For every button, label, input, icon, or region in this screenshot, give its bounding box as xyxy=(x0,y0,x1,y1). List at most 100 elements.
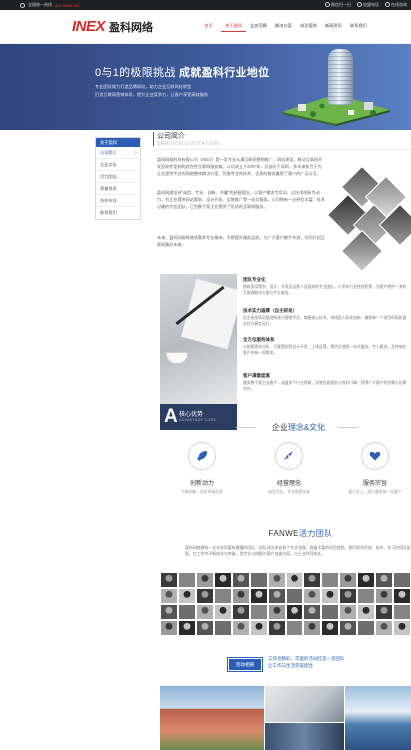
advantage-title: 核心优势 xyxy=(179,412,204,418)
wechat-icon xyxy=(325,2,330,8)
team-member-photo xyxy=(195,588,214,604)
phone-icon xyxy=(20,2,25,8)
compass-icon xyxy=(275,442,303,470)
team-member-photo xyxy=(321,588,340,604)
hotline: 全国统一热线 400-8888-116 xyxy=(20,1,80,9)
team-member-photo xyxy=(267,604,286,620)
about-paragraph-3: 未来，盈科网络将继续秉承专业精神，不断提升服务品质，与广大客户携手共进，共同开创… xyxy=(157,235,325,247)
advantage-item: 客户满意度高 服务数千家企业客户，涵盖多个行业领域，凭借优质服务与良好口碑，获得… xyxy=(243,373,409,392)
nav-news[interactable]: 新闻资讯 xyxy=(321,23,346,32)
banner-line-1: 专业团队倾力打造品牌网站，助力企业互联网化转型 xyxy=(95,84,192,89)
team-member-photo xyxy=(375,620,394,636)
team-member-photo xyxy=(195,572,214,588)
advantage-photo xyxy=(160,274,237,404)
nav-solutions[interactable]: 解决方案 xyxy=(271,23,296,32)
sidebar-item-culture[interactable]: 企业文化 xyxy=(96,159,140,171)
about-paragraph-1: 盈科网络科技有限公司（INEX）是一家专业从事互联网营销推广、网站建设、移动互联… xyxy=(157,157,323,176)
team-member-photo xyxy=(249,572,268,588)
team-member-photo xyxy=(393,620,411,636)
team-member-photo xyxy=(303,572,322,588)
top-link-wechat[interactable]: 微信扫一扫 xyxy=(325,2,351,8)
team-member-photo xyxy=(160,572,178,588)
team-member-photo xyxy=(339,620,358,636)
culture-item-philosophy: 经营理念 诚信为本，专业成就未来 xyxy=(259,442,319,495)
sidebar-item-team[interactable]: 活力团队 xyxy=(96,171,140,183)
activity-photo-office[interactable] xyxy=(265,686,344,722)
team-member-photo xyxy=(393,604,411,620)
activity-photo-outdoor[interactable] xyxy=(345,686,411,750)
advantage-item: 团队专业化 拥有资深策划、设计、开发及运营人员组成的专业团队，十余年行业经验积累… xyxy=(243,277,409,296)
chat-icon xyxy=(385,2,390,8)
team-member-photo xyxy=(321,572,340,588)
team-member-photo xyxy=(357,572,376,588)
team-member-photo xyxy=(339,604,358,620)
heart-icon xyxy=(361,442,389,470)
nav-business[interactable]: 业务范畴 xyxy=(246,23,271,32)
advantage-item-text: 从前期需求分析、方案策划到设计开发、上线运营，提供全流程一站式服务，专人跟进，及… xyxy=(243,345,407,355)
activity-photo-meeting[interactable] xyxy=(265,723,344,750)
about-paragraph-2: 盈科网络坚持"诚信、专业、创新、共赢"的经营理念，以客户需求为导向，以技术创新为… xyxy=(157,190,325,209)
culture-item-service: 服务宗旨 客户至上，用心服务每一位客户 xyxy=(345,442,405,495)
advantage-item-title: 团队专业化 xyxy=(243,277,266,282)
advantage-item: 全方位服务体系 从前期需求分析、方案策划到设计开发、上线运营，提供全流程一站式服… xyxy=(243,337,409,356)
team-member-photo xyxy=(339,572,358,588)
team-member-photo xyxy=(160,588,178,604)
logo-en: INEX xyxy=(72,18,106,35)
sidebar-item-partners[interactable]: 合作伙伴 xyxy=(96,195,140,207)
team-member-photo xyxy=(393,572,411,588)
advantage-item-title: 客户满意度高 xyxy=(243,373,270,378)
team-member-photo xyxy=(249,604,268,620)
team-member-photo xyxy=(267,588,286,604)
team-member-photo xyxy=(177,604,196,620)
activity-subtitle: 让工作与生活完美结合 xyxy=(268,663,313,668)
banner-title: 0与1的极限挑战 成就盈科行业地位 xyxy=(95,67,270,79)
team-member-photo xyxy=(177,620,196,636)
team-member-photo xyxy=(177,572,196,588)
nav-home[interactable]: 首页 xyxy=(196,23,221,32)
advantage-item-text: 拥有资深策划、设计、开发及运营人员组成的专业团队，十余年行业经验积累，为客户提供… xyxy=(243,285,407,295)
advantage-item: 技术实力雄厚（自主研发） 自主研发网站管理系统与营销平台，掌握核心技术，持续投入… xyxy=(243,308,409,327)
main-nav: 首页 关于盈科 业务范畴 解决方案 成功案例 新闻资讯 联系我们 xyxy=(196,23,371,32)
sidebar-heading: 关于盈科 xyxy=(96,138,140,147)
top-link-join[interactable]: 加盟电话 xyxy=(357,2,379,8)
team-member-photo xyxy=(195,620,214,636)
team-member-photo xyxy=(231,604,250,620)
sidebar-item-intro[interactable]: 公司简介 xyxy=(96,147,140,159)
sidebar-item-honors[interactable]: 荣誉资质 xyxy=(96,183,140,195)
advantage-item-text: 服务数千家企业客户，涵盖多个行业领域，凭借优质服务与良好口碑，获得广大客户的信赖… xyxy=(243,381,407,391)
team-member-photo xyxy=(303,588,322,604)
advantage-item-title: 全方位服务体系 xyxy=(243,337,275,342)
team-member-photo xyxy=(321,604,340,620)
team-member-photo xyxy=(375,572,394,588)
team-description: 盈科网络拥有一支年轻而富有激情的团队，团队成员来自各个专业领域，具备丰富的项目经… xyxy=(185,545,411,557)
rocket-icon xyxy=(188,442,216,470)
sidebar-item-contact[interactable]: 联系我们 xyxy=(96,207,140,219)
team-member-photo xyxy=(285,604,304,620)
team-member-photo xyxy=(267,572,286,588)
team-member-photo xyxy=(357,620,376,636)
hotline-label: 全国统一热线 xyxy=(28,2,52,7)
team-member-photo xyxy=(177,588,196,604)
top-link-consult[interactable]: 在线咨询 xyxy=(385,2,407,8)
team-member-photo xyxy=(375,588,394,604)
activity-album-button[interactable]: 活动相册 xyxy=(227,657,263,672)
team-title: FANWE活力团队 xyxy=(268,529,333,538)
team-member-photo xyxy=(267,620,286,636)
nav-contact[interactable]: 联系我们 xyxy=(346,23,371,32)
divider xyxy=(153,149,411,150)
nav-about[interactable]: 关于盈科 xyxy=(221,23,246,32)
culture-item-desc: 客户至上，用心服务每一位客户 xyxy=(348,490,402,494)
team-member-photo xyxy=(303,620,322,636)
team-photo-grid xyxy=(160,572,411,636)
phone-icon xyxy=(357,2,362,8)
team-member-photo xyxy=(195,604,214,620)
top-links: 微信扫一扫 加盟电话 在线咨询 xyxy=(325,1,407,9)
culture-item-name: 经营理念 xyxy=(276,481,301,487)
nav-cases[interactable]: 成功案例 xyxy=(296,23,321,32)
culture-item-innovation: 创新动力 不断创新，追求卓越品质 xyxy=(172,442,232,495)
team-member-photo xyxy=(321,620,340,636)
activity-photo-building[interactable] xyxy=(160,686,264,750)
top-bar: 全国统一热线 400-8888-116 微信扫一扫 加盟电话 在线咨询 xyxy=(0,0,411,10)
team-member-photo xyxy=(231,572,250,588)
logo[interactable]: INEX 盈科网络 xyxy=(72,18,153,35)
